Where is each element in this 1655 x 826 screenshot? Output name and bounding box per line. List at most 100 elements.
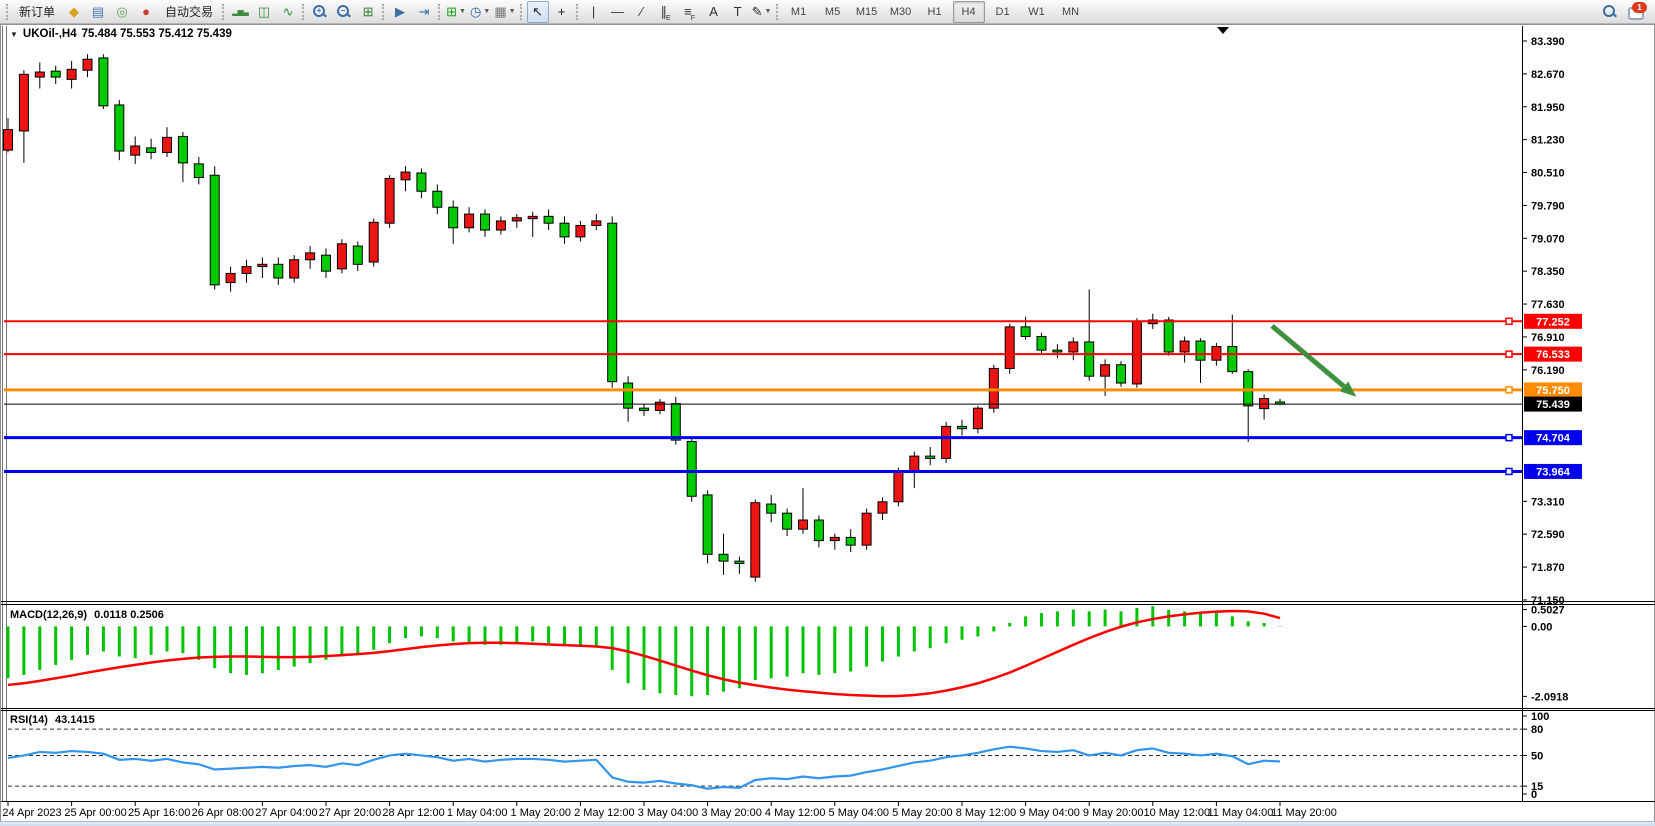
- svg-text:75.750: 75.750: [1536, 385, 1570, 397]
- macd-values: 0.0118 0.2506: [94, 609, 164, 621]
- chat-icon[interactable]: 1: [1628, 5, 1645, 19]
- toolbar-grip: [520, 4, 522, 20]
- toolbar-grip: [222, 4, 224, 20]
- line-chart-icon[interactable]: ∿: [277, 1, 299, 23]
- timeframe-m1[interactable]: M1: [783, 1, 815, 23]
- trendline-icon[interactable]: ∕: [631, 1, 653, 23]
- svg-text:0.00: 0.00: [1531, 621, 1552, 633]
- svg-text:72.590: 72.590: [1531, 529, 1565, 541]
- svg-text:1 May 04:00: 1 May 04:00: [447, 807, 508, 819]
- indicators-icon[interactable]: ⊞▼: [445, 1, 467, 23]
- svg-text:78.350: 78.350: [1531, 266, 1565, 278]
- timeframe-m30[interactable]: M30: [885, 1, 917, 23]
- svg-text:75.439: 75.439: [1536, 399, 1570, 411]
- toolbar-grip: [776, 4, 778, 20]
- main-toolbar: 新订单◆▤◎●自动交易▂▅▃◫∿+−⊞▶⇥⊞▼◷▼▦▼↖+|—∕∥E≡FAT✎▼…: [0, 0, 1655, 24]
- app-window: 新订单◆▤◎●自动交易▂▅▃◫∿+−⊞▶⇥⊞▼◷▼▦▼↖+|—∕∥E≡FAT✎▼…: [0, 0, 1655, 826]
- svg-text:3 May 20:00: 3 May 20:00: [701, 807, 762, 819]
- svg-text:25 Apr 16:00: 25 Apr 16:00: [128, 807, 190, 819]
- crosshair-icon[interactable]: +: [551, 1, 573, 23]
- text-icon[interactable]: A: [703, 1, 725, 23]
- svg-text:83.390: 83.390: [1531, 36, 1565, 48]
- svg-text:77.630: 77.630: [1531, 299, 1565, 311]
- svg-text:100: 100: [1531, 711, 1549, 723]
- zoom-in-icon[interactable]: +: [309, 1, 331, 23]
- svg-text:0.5027: 0.5027: [1531, 605, 1565, 617]
- toolbar-grip: [382, 4, 384, 20]
- navigator-icon[interactable]: ◎: [111, 1, 133, 23]
- new-order-icon[interactable]: ◆: [63, 1, 85, 23]
- macd-label: MACD(12,26,9) 0.0118 0.2506: [10, 609, 168, 621]
- svg-text:50: 50: [1531, 750, 1543, 762]
- chart-window[interactable]: 83.390 82.670 81.950 81.230 80.510 79.790 79.0…: [0, 24, 1655, 826]
- timeframe-m5[interactable]: M5: [817, 1, 849, 23]
- svg-text:10 May 12:00: 10 May 12:00: [1143, 807, 1210, 819]
- svg-text:77.252: 77.252: [1536, 316, 1570, 328]
- ohlc-values: 75.484 75.553 75.412 75.439: [82, 28, 232, 40]
- rsi-name: RSI(14): [10, 714, 48, 726]
- chart-symbol-title: ▼ UKOil-,H4 75.484 75.553 75.412 75.439: [10, 28, 232, 40]
- chart-shift-icon[interactable]: ⇥: [413, 1, 435, 23]
- svg-text:80.510: 80.510: [1531, 168, 1565, 180]
- svg-text:5 May 04:00: 5 May 04:00: [829, 807, 890, 819]
- market-watch-icon[interactable]: ▤: [87, 1, 109, 23]
- svg-text:76.533: 76.533: [1536, 349, 1570, 361]
- svg-text:24 Apr 2023: 24 Apr 2023: [2, 807, 61, 819]
- svg-text:76.910: 76.910: [1531, 332, 1565, 344]
- svg-text:27 Apr 04:00: 27 Apr 04:00: [255, 807, 317, 819]
- periods-icon[interactable]: ◷▼: [469, 1, 491, 23]
- new-order-button[interactable]: 新订单: [13, 1, 61, 23]
- svg-text:26 Apr 08:00: 26 Apr 08:00: [192, 807, 254, 819]
- status-strip: [0, 821, 1655, 826]
- timeframe-m15[interactable]: M15: [851, 1, 883, 23]
- rsi-value: 43.1415: [55, 714, 95, 726]
- timeframe-mn[interactable]: MN: [1055, 1, 1087, 23]
- svg-text:9 May 04:00: 9 May 04:00: [1019, 807, 1080, 819]
- auto-scroll-icon[interactable]: ▶: [389, 1, 411, 23]
- timeframe-h4[interactable]: H4: [953, 1, 985, 23]
- svg-text:76.190: 76.190: [1531, 365, 1565, 377]
- svg-text:8 May 12:00: 8 May 12:00: [956, 807, 1017, 819]
- collapse-arrow-icon[interactable]: ▼: [10, 30, 18, 39]
- svg-text:2 May 12:00: 2 May 12:00: [574, 807, 635, 819]
- svg-text:5 May 20:00: 5 May 20:00: [892, 807, 953, 819]
- toolbar-grip: [576, 4, 578, 20]
- svg-text:28 Apr 12:00: 28 Apr 12:00: [382, 807, 444, 819]
- rsi-label: RSI(14) 43.1415: [10, 714, 99, 726]
- text-label-icon[interactable]: T: [727, 1, 749, 23]
- shapes-icon[interactable]: ✎▼: [751, 1, 773, 23]
- timeframe-h1[interactable]: H1: [919, 1, 951, 23]
- search-icon[interactable]: [1602, 4, 1618, 20]
- chart-canvas[interactable]: 83.390 82.670 81.950 81.230 80.510 79.790 79.0…: [0, 24, 1655, 826]
- macd-name: MACD(12,26,9): [10, 609, 87, 621]
- notification-badge: 1: [1632, 2, 1647, 13]
- svg-text:81.950: 81.950: [1531, 102, 1565, 114]
- cursor-icon[interactable]: ↖: [527, 1, 549, 23]
- svg-text:11 May 04:00: 11 May 04:00: [1207, 807, 1273, 819]
- candlestick-chart-icon[interactable]: ◫: [253, 1, 275, 23]
- svg-text:79.790: 79.790: [1531, 200, 1565, 212]
- autotrade-icon[interactable]: ●: [135, 1, 157, 23]
- autotrade-button[interactable]: 自动交易: [159, 1, 219, 23]
- svg-text:0: 0: [1531, 789, 1537, 801]
- svg-text:82.670: 82.670: [1531, 69, 1565, 81]
- zoom-out-icon[interactable]: −: [333, 1, 355, 23]
- vertical-line-icon[interactable]: |: [583, 1, 605, 23]
- fibonacci-icon[interactable]: ≡F: [679, 1, 701, 23]
- svg-text:80: 80: [1531, 724, 1543, 736]
- horizontal-line-icon[interactable]: —: [607, 1, 629, 23]
- bar-chart-icon[interactable]: ▂▅▃: [229, 1, 251, 23]
- timeframe-d1[interactable]: D1: [987, 1, 1019, 23]
- templates-icon[interactable]: ▦▼: [493, 1, 516, 23]
- svg-text:79.070: 79.070: [1531, 233, 1565, 245]
- timeframe-w1[interactable]: W1: [1021, 1, 1053, 23]
- svg-text:73.310: 73.310: [1531, 496, 1565, 508]
- svg-text:9 May 20:00: 9 May 20:00: [1083, 807, 1144, 819]
- toolbar-grip: [438, 4, 440, 20]
- svg-text:81.230: 81.230: [1531, 135, 1565, 147]
- channel-icon[interactable]: ∥E: [655, 1, 677, 23]
- svg-text:-2.0918: -2.0918: [1531, 691, 1568, 703]
- tile-windows-icon[interactable]: ⊞: [357, 1, 379, 23]
- svg-text:73.964: 73.964: [1536, 466, 1571, 478]
- toolbar-grip: [302, 4, 304, 20]
